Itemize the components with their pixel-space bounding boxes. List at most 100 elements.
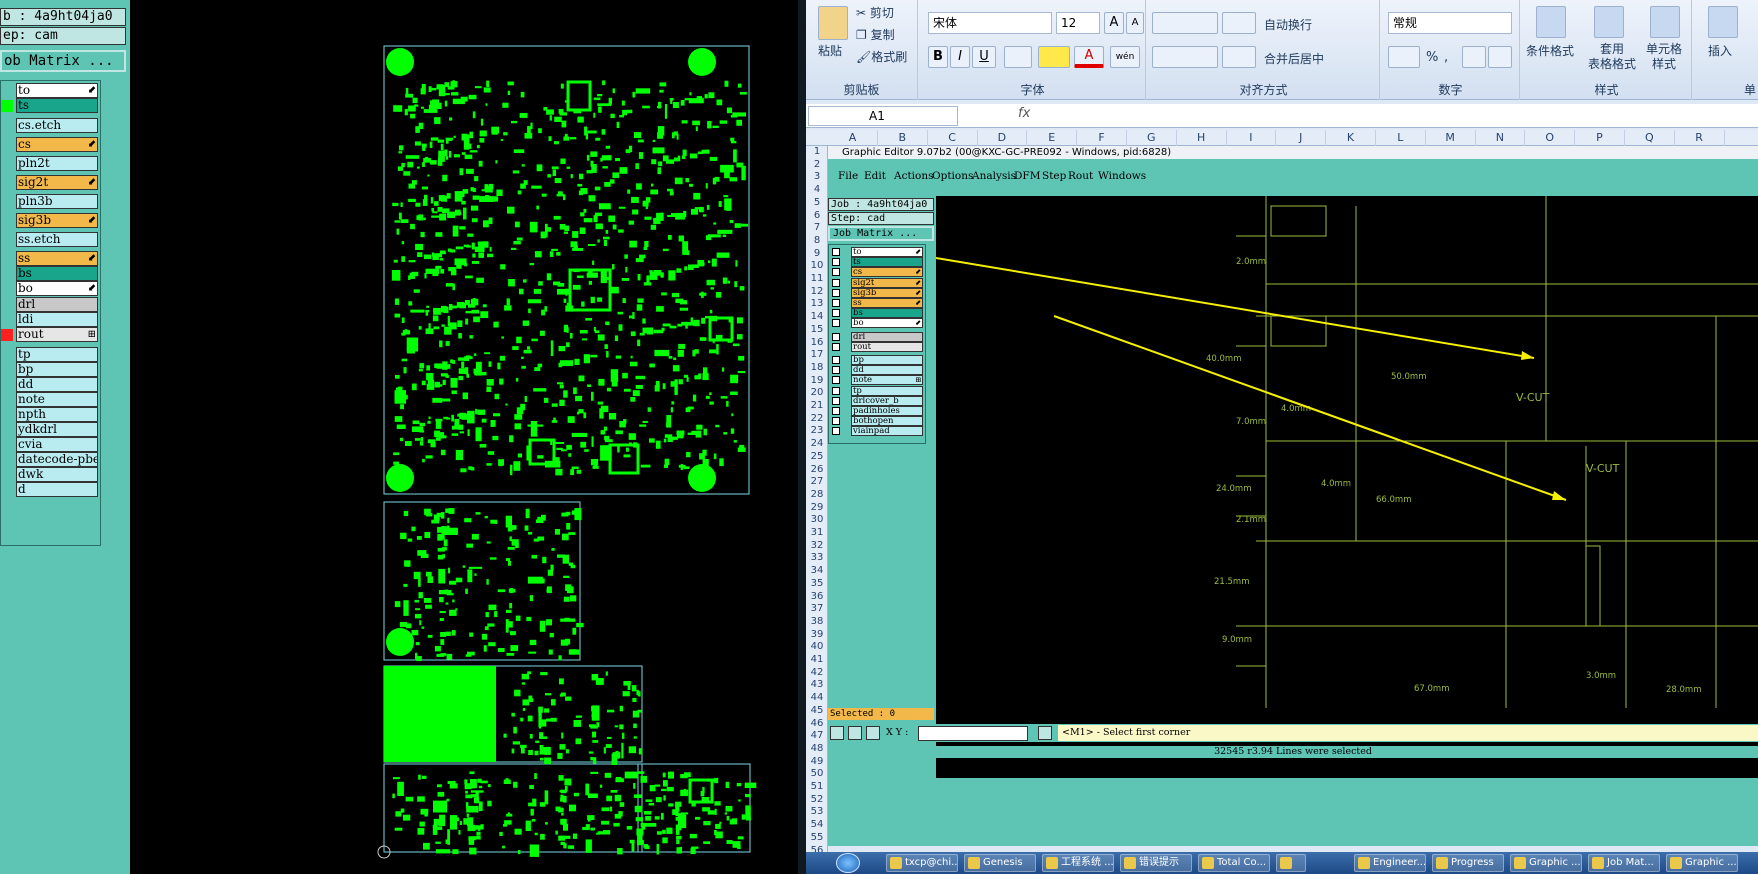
column-header[interactable]: L: [1376, 130, 1426, 146]
column-header[interactable]: J: [1276, 130, 1327, 146]
row-header[interactable]: 9: [806, 248, 828, 261]
ge-layer-row-sig3b[interactable]: sig3b ⬋: [829, 287, 925, 298]
layer-affected-box[interactable]: [1, 329, 13, 341]
layer-row-datecode-pbe[interactable]: datecode-pbe: [1, 452, 99, 467]
layer-affected-box[interactable]: [1, 100, 13, 112]
column-header[interactable]: G: [1127, 130, 1177, 146]
ge-tool-icon-2[interactable]: [848, 726, 862, 740]
layer-row-pln3b[interactable]: pln3b: [1, 194, 99, 209]
ge-menu-edit[interactable]: Edit: [864, 170, 886, 182]
ge-layer-row-note[interactable]: note ⊞: [829, 375, 925, 386]
layer-row-ldi[interactable]: ldi: [1, 312, 99, 327]
row-header[interactable]: 48: [806, 743, 828, 756]
layer-row-cvia[interactable]: cvia: [1, 437, 99, 452]
layer-row-to[interactable]: to ⬋: [1, 83, 99, 98]
font-color-button[interactable]: A: [1074, 46, 1104, 68]
row-header[interactable]: 21: [806, 400, 828, 413]
taskbar-item[interactable]: Genesis: [964, 854, 1036, 872]
ge-layer-row-tp[interactable]: tp: [829, 385, 925, 396]
decrease-decimal-button[interactable]: [1488, 46, 1512, 68]
wrap-text-button[interactable]: 自动换行: [1264, 16, 1312, 33]
ge-layer-row-sig2t[interactable]: sig2t ⬋: [829, 277, 925, 288]
ge-layer-checkbox[interactable]: [832, 342, 840, 351]
row-header[interactable]: 25: [806, 451, 828, 464]
horizontal-align-buttons[interactable]: [1152, 46, 1218, 68]
row-header[interactable]: 16: [806, 337, 828, 350]
fill-color-button[interactable]: [1038, 46, 1070, 68]
ge-layer-checkbox[interactable]: [832, 356, 840, 364]
ge-layer-row-cs[interactable]: cs ⬋: [829, 267, 925, 278]
ge-layer-checkbox[interactable]: [832, 396, 840, 405]
row-header[interactable]: 11: [806, 273, 828, 286]
row-header[interactable]: 14: [806, 311, 828, 324]
taskbar-item[interactable]: Total Co...: [1198, 854, 1270, 872]
conditional-format-icon[interactable]: [1536, 6, 1566, 38]
layer-row-dwk[interactable]: dwk: [1, 467, 99, 482]
ge-layer-checkbox[interactable]: [832, 366, 840, 375]
ge-menu-file[interactable]: File: [838, 170, 858, 182]
ge-menu-analysis[interactable]: Analysis: [972, 170, 1016, 182]
row-header[interactable]: 5: [806, 197, 828, 210]
ge-layer-checkbox[interactable]: [832, 278, 840, 287]
row-header[interactable]: 47: [806, 730, 828, 743]
layer-affected-box[interactable]: [1, 215, 13, 227]
layer-row-ydkdrl[interactable]: ydkdrl: [1, 422, 99, 437]
layer-row-tp[interactable]: tp: [1, 347, 99, 362]
row-header[interactable]: 53: [806, 806, 828, 819]
ge-layer-checkbox[interactable]: [832, 427, 840, 436]
ge-layer-checkbox[interactable]: [832, 376, 840, 385]
row-header[interactable]: 50: [806, 768, 828, 781]
shrink-font-button[interactable]: A: [1126, 12, 1144, 34]
copy-button[interactable]: ❐ 复制: [856, 26, 895, 43]
ge-menu-actions[interactable]: Actions: [894, 170, 934, 182]
row-header[interactable]: 6: [806, 210, 828, 223]
ge-layer-checkbox[interactable]: [832, 417, 840, 426]
layer-row-d[interactable]: d: [1, 482, 99, 497]
ge-layer-row-viainpad[interactable]: viainpad: [829, 426, 925, 437]
layer-affected-box[interactable]: [1, 364, 13, 376]
row-header[interactable]: 39: [806, 629, 828, 642]
ge-layer-row-rout[interactable]: rout: [829, 341, 925, 352]
row-header[interactable]: 8: [806, 235, 828, 248]
row-header[interactable]: 13: [806, 298, 828, 311]
row-header[interactable]: 54: [806, 819, 828, 832]
cut-button[interactable]: ✂ 剪切: [856, 4, 894, 21]
cell-style-button[interactable]: 单元格 样式: [1646, 42, 1682, 72]
column-header[interactable]: C: [928, 130, 978, 146]
layer-affected-box[interactable]: [1, 196, 13, 208]
row-header[interactable]: 10: [806, 260, 828, 273]
taskbar-item[interactable]: Progress: [1432, 854, 1504, 872]
row-header[interactable]: 12: [806, 286, 828, 299]
row-header[interactable]: 29: [806, 502, 828, 515]
taskbar-item[interactable]: 错误提示: [1120, 854, 1192, 872]
row-header[interactable]: 36: [806, 591, 828, 604]
row-header[interactable]: 51: [806, 781, 828, 794]
taskbar-item[interactable]: Graphic ...: [1666, 854, 1738, 872]
row-header[interactable]: 41: [806, 654, 828, 667]
start-button[interactable]: [836, 853, 860, 873]
merge-center-button[interactable]: 合并后居中: [1264, 50, 1324, 67]
layer-affected-box[interactable]: [1, 139, 13, 151]
ge-menu-dfm[interactable]: DFM: [1014, 170, 1040, 182]
ge-layer-row-drl[interactable]: drl: [829, 331, 925, 342]
row-header[interactable]: 55: [806, 832, 828, 845]
ge-layer-checkbox[interactable]: [832, 288, 840, 297]
name-box[interactable]: A1: [808, 106, 958, 126]
layer-affected-box[interactable]: [1, 424, 13, 436]
layer-affected-box[interactable]: [1, 484, 13, 496]
row-header[interactable]: 7: [806, 222, 828, 235]
row-header[interactable]: 46: [806, 718, 828, 731]
ge-layer-row-bothopen[interactable]: bothopen: [829, 416, 925, 427]
ge-layer-row-bs[interactable]: bs: [829, 308, 925, 319]
insert-button[interactable]: 插入: [1708, 42, 1732, 59]
comma-button[interactable]: ,: [1444, 50, 1448, 65]
layer-row-bs[interactable]: bs: [1, 266, 99, 281]
layer-affected-box[interactable]: [1, 469, 13, 481]
layer-row-pln2t[interactable]: pln2t: [1, 156, 99, 171]
paste-icon[interactable]: [818, 6, 848, 40]
column-header[interactable]: P: [1575, 130, 1625, 146]
ge-tool-icon-1[interactable]: [830, 726, 844, 740]
layer-affected-box[interactable]: [1, 177, 13, 189]
taskbar-item[interactable]: Job Mat...: [1588, 854, 1660, 872]
layer-affected-box[interactable]: [1, 349, 13, 361]
